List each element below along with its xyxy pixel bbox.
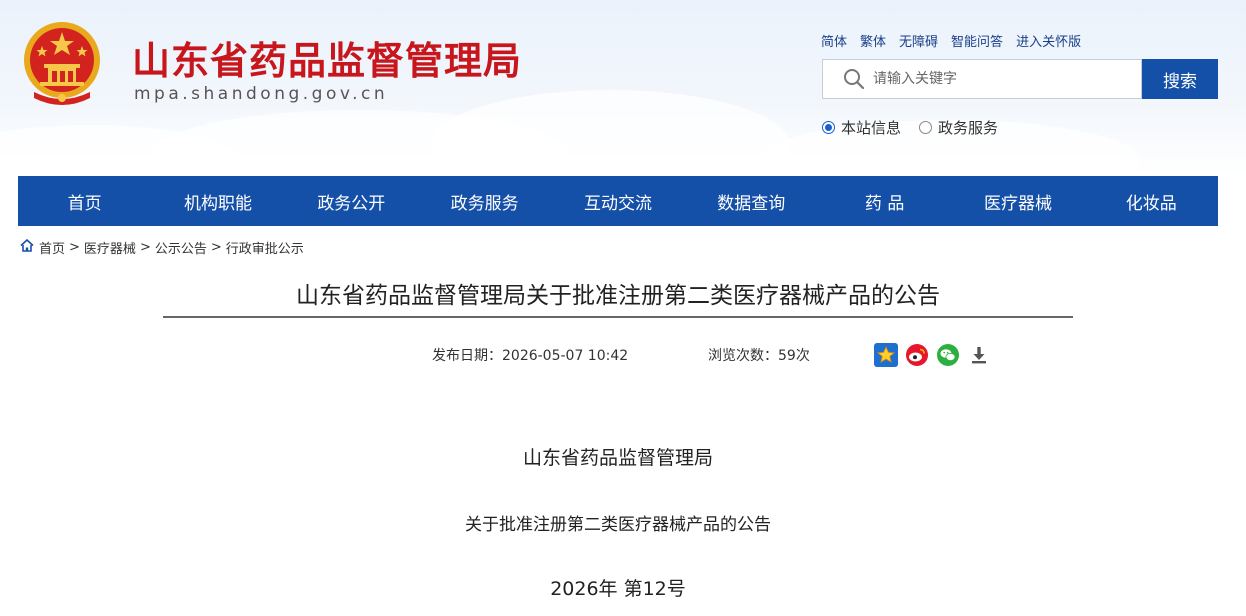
site-title[interactable]: 山东省药品监督管理局 [132,30,522,85]
main-nav: 首页 机构职能 政务公开 政务服务 互动交流 数据查询 药 品 医疗器械 化妆品 [18,176,1218,226]
article-title: 山东省药品监督管理局关于批准注册第二类医疗器械产品的公告 [296,283,940,309]
scope-gov-service[interactable]: 政务服务 [919,117,998,138]
scope-site-info[interactable]: 本站信息 [822,117,901,138]
body-doc-number: 2026年 第12号 [550,578,686,600]
share-bar [874,343,991,367]
weibo-icon[interactable] [905,343,929,367]
nav-item-cosmetics[interactable]: 化妆品 [1085,176,1218,226]
nav-item-gov-affairs-public[interactable]: 政务公开 [285,176,418,226]
search-icon [843,68,865,94]
scope-site-info-label: 本站信息 [841,119,902,137]
wechat-icon[interactable] [936,343,960,367]
breadcrumb-approval-notice[interactable]: 行政审批公示 [226,238,304,257]
nav-item-drugs[interactable]: 药 品 [818,176,951,226]
top-links: 简体 繁体 无障碍 智能问答 进入关怀版 [821,31,1081,50]
search-button[interactable]: 搜索 [1142,59,1218,99]
nav-item-data-query[interactable]: 数据查询 [685,176,818,226]
nav-item-interaction[interactable]: 互动交流 [551,176,684,226]
breadcrumb: 首页 > 医疗器械 > 公示公告 > 行政审批公示 [20,238,304,257]
nav-item-organization[interactable]: 机构职能 [151,176,284,226]
breadcrumb-separator: > [210,240,222,255]
home-icon [20,238,34,256]
publish-date: 发布日期：2026-05-07 10:42 [432,348,629,364]
link-smart-qa[interactable]: 智能问答 [951,31,1003,50]
link-accessibility[interactable]: 无障碍 [899,31,938,50]
nav-item-gov-services[interactable]: 政务服务 [418,176,551,226]
nav-item-home[interactable]: 首页 [18,176,151,226]
nav-item-medical-devices[interactable]: 医疗器械 [951,176,1084,226]
site-domain: mpa.shandong.gov.cn [134,84,389,104]
scope-gov-service-label: 政务服务 [938,119,999,137]
link-care-mode[interactable]: 进入关怀版 [1016,31,1081,50]
link-traditional[interactable]: 繁体 [860,31,886,50]
breadcrumb-separator: > [139,240,151,255]
breadcrumb-home[interactable]: 首页 [39,238,65,257]
breadcrumb-medical-devices[interactable]: 医疗器械 [84,238,136,257]
view-count: 浏览次数：59次 [708,348,810,364]
body-subject: 关于批准注册第二类医疗器械产品的公告 [465,515,771,535]
radio-unselected-icon[interactable] [919,121,933,134]
download-icon[interactable] [967,343,991,367]
radio-selected-icon[interactable] [822,121,835,134]
search-box [822,59,1142,99]
breadcrumb-announcements[interactable]: 公示公告 [155,238,207,257]
favorite-star-icon[interactable] [874,343,898,367]
search-scope: 本站信息 政务服务 [822,117,998,138]
body-issuer: 山东省药品监督管理局 [522,447,713,469]
national-emblem-icon[interactable] [20,20,104,106]
title-divider [163,316,1073,318]
search-input[interactable] [873,60,1133,98]
breadcrumb-separator: > [69,240,80,255]
link-simplified[interactable]: 简体 [821,31,847,50]
cloud-decoration [430,90,790,176]
